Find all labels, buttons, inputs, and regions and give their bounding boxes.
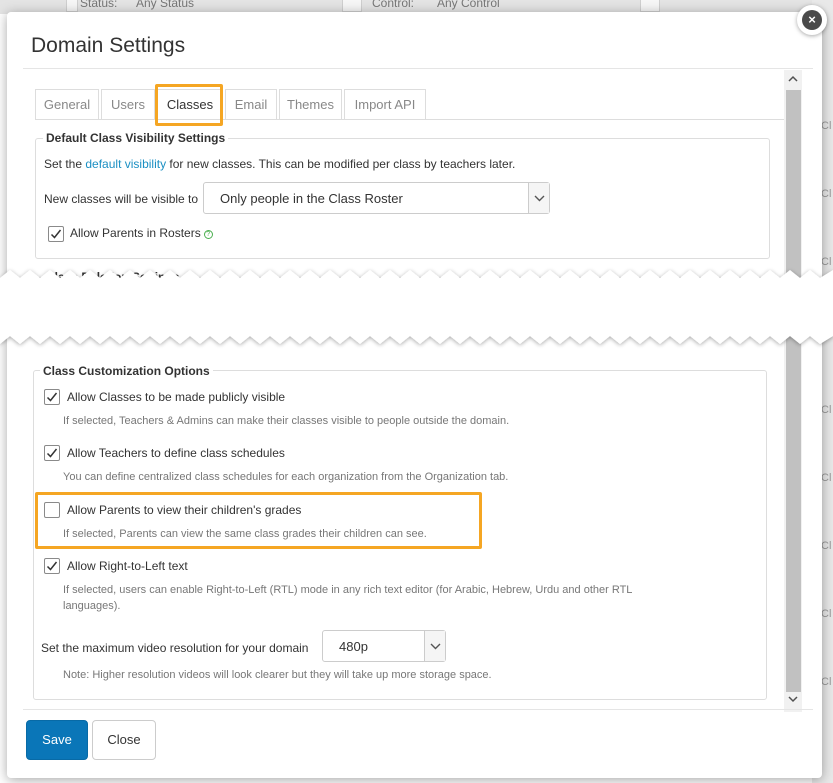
close-button[interactable]: Close (92, 720, 156, 760)
allow-class-schedules-label: Allow Teachers to define class schedules (67, 446, 285, 460)
tab-email[interactable]: Email (225, 89, 277, 119)
tab-general[interactable]: General (35, 89, 99, 119)
tab-users[interactable]: Users (101, 89, 155, 119)
allow-parents-rosters-checkbox[interactable] (48, 226, 64, 242)
bg-control-label: Control: (372, 0, 415, 10)
bg-edge-text: Cl (821, 404, 832, 416)
bg-status-label: Status: (80, 0, 118, 10)
visibility-desc-text: Set the (44, 157, 86, 171)
allow-class-schedules-help: You can define centralized class schedul… (63, 471, 509, 483)
chevron-down-icon (528, 183, 549, 213)
tabs-divider (35, 119, 784, 120)
allow-class-schedules-checkbox[interactable] (44, 445, 60, 461)
scroll-down-arrow-icon[interactable] (784, 692, 802, 710)
bg-status-arrow (342, 0, 362, 12)
visibility-legend: Default Class Visibility Settings (43, 131, 229, 145)
video-resolution-note: Note: Higher resolution videos will look… (63, 669, 492, 681)
visibility-desc-text-end: for new classes. This can be modified pe… (166, 157, 516, 171)
allow-parents-rosters-text: Allow Parents in Rosters (70, 226, 201, 240)
bg-status-value: Any Status (136, 0, 195, 10)
torn-edge-separator (0, 270, 833, 344)
bg-edge-text: Cl (821, 608, 832, 620)
scroll-up-arrow-icon[interactable] (784, 72, 802, 90)
domain-settings-modal: Domain Settings General Users Classes Em… (7, 12, 822, 778)
bg-edge-text: Cl (821, 120, 832, 132)
bg-edge-text: Cl (821, 540, 832, 552)
close-modal-button[interactable]: × (797, 5, 827, 35)
save-button[interactable]: Save (26, 720, 88, 760)
allow-public-classes-help: If selected, Teachers & Admins can make … (63, 415, 510, 427)
video-resolution-select[interactable]: 480p (322, 630, 446, 662)
bg-control-value: Any Control (437, 0, 500, 10)
allow-rtl-checkbox[interactable] (44, 558, 60, 574)
new-classes-visibility-value: Only people in the Class Roster (220, 191, 403, 206)
allow-rtl-label: Allow Right-to-Left text (67, 559, 188, 573)
video-resolution-label: Set the maximum video resolution for you… (41, 641, 309, 655)
new-classes-visibility-select[interactable]: Only people in the Class Roster (203, 182, 550, 214)
video-resolution-value: 480p (339, 639, 368, 654)
parents-grades-highlight (35, 492, 482, 549)
modal-title: Domain Settings (31, 34, 186, 57)
tab-themes[interactable]: Themes (279, 89, 342, 119)
visibility-description: Set the default visibility for new class… (44, 157, 515, 171)
customization-legend: Class Customization Options (40, 364, 213, 378)
bg-control-arrow (640, 0, 660, 12)
chevron-down-icon (424, 631, 445, 661)
allow-public-classes-label: Allow Classes to be made publicly visibl… (67, 390, 286, 404)
new-classes-label: New classes will be visible to (44, 192, 199, 206)
classes-tab-highlight (155, 84, 223, 126)
title-divider (23, 68, 813, 69)
allow-rtl-help-line2: languages). (63, 600, 121, 612)
bg-edge-text: Cl (821, 676, 832, 688)
allow-parents-rosters-label: Allow Parents in Rosters? (70, 226, 213, 240)
bg-edge-text: Cl (821, 472, 832, 484)
help-icon[interactable]: ? (203, 230, 213, 239)
allow-rtl-help-line1: If selected, users can enable Right-to-L… (63, 584, 633, 596)
default-visibility-link[interactable]: default visibility (85, 157, 166, 171)
tab-import-api[interactable]: Import API (344, 89, 426, 119)
scrollbar-thumb[interactable] (786, 90, 801, 692)
footer-divider (23, 709, 813, 710)
close-icon: × (802, 10, 822, 30)
bg-edge-text: Cl (821, 188, 832, 200)
allow-public-classes-checkbox[interactable] (44, 389, 60, 405)
bg-select-left-arrow (66, 0, 78, 12)
